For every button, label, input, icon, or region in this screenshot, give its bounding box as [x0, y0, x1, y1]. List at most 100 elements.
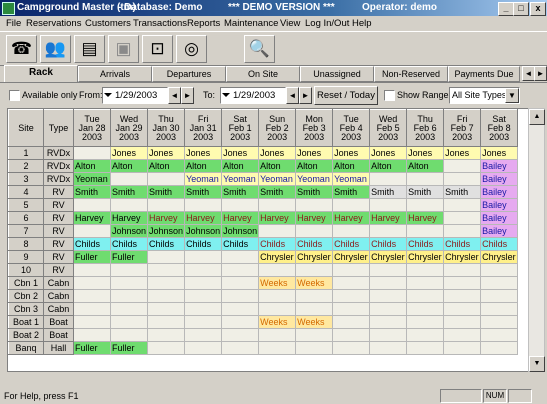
- reservation-cell[interactable]: Smith: [73, 185, 111, 199]
- reservation-cell[interactable]: [443, 276, 482, 290]
- reservation-cell[interactable]: Jones: [295, 146, 334, 160]
- site-cell[interactable]: 7: [8, 224, 44, 238]
- reservation-cell[interactable]: Harvey: [184, 211, 223, 225]
- reservation-cell[interactable]: [184, 302, 223, 316]
- reservation-cell[interactable]: Bailey: [480, 172, 519, 186]
- reservation-cell[interactable]: [258, 198, 297, 212]
- reservation-cell[interactable]: [258, 302, 297, 316]
- reservation-cell[interactable]: Chrysler: [258, 250, 297, 264]
- cards-icon[interactable]: ▤: [74, 35, 105, 63]
- reservation-cell[interactable]: [295, 289, 334, 303]
- reservation-cell[interactable]: Childs: [184, 237, 223, 251]
- reservation-cell[interactable]: Harvey: [147, 211, 186, 225]
- reservation-cell[interactable]: Jones: [443, 146, 482, 160]
- reservation-cell[interactable]: [369, 289, 408, 303]
- reservation-cell[interactable]: [332, 198, 371, 212]
- reservation-cell[interactable]: Alton: [369, 159, 408, 173]
- day-column-header[interactable]: Mon Feb 3 2003: [295, 109, 334, 147]
- reservation-cell[interactable]: [443, 315, 482, 329]
- reservation-cell[interactable]: Weeks: [258, 276, 297, 290]
- reservation-cell[interactable]: [221, 263, 260, 277]
- menu-help[interactable]: Help: [352, 18, 372, 29]
- reservation-cell[interactable]: Harvey: [295, 211, 334, 225]
- tab-departures[interactable]: Departures: [152, 66, 226, 82]
- reservation-cell[interactable]: [369, 172, 408, 186]
- reservation-cell[interactable]: Harvey: [406, 211, 445, 225]
- safe-icon[interactable]: ⊡: [142, 35, 173, 63]
- reservation-cell[interactable]: Chrysler: [295, 250, 334, 264]
- reservation-cell[interactable]: [480, 341, 519, 355]
- reservation-cell[interactable]: [295, 328, 334, 342]
- reservation-cell[interactable]: [73, 263, 111, 277]
- reservation-cell[interactable]: [258, 341, 297, 355]
- reservation-cell[interactable]: [332, 315, 371, 329]
- reservation-cell[interactable]: [73, 315, 111, 329]
- scroll-up-icon[interactable]: ▲: [529, 109, 545, 125]
- reservation-cell[interactable]: Alton: [332, 159, 371, 173]
- site-cell[interactable]: Cbn 1: [8, 276, 44, 290]
- menu-reports[interactable]: Reports: [187, 18, 220, 29]
- reservation-cell[interactable]: [332, 302, 371, 316]
- reservation-cell[interactable]: [73, 198, 111, 212]
- reservation-cell[interactable]: [369, 315, 408, 329]
- reservation-cell[interactable]: [147, 263, 186, 277]
- reservation-cell[interactable]: [147, 276, 186, 290]
- reservation-cell[interactable]: [480, 315, 519, 329]
- tab-rack[interactable]: Rack: [4, 65, 78, 82]
- reservation-cell[interactable]: [109, 276, 149, 290]
- day-column-header[interactable]: Sat Feb 8 2003: [480, 109, 519, 147]
- reservation-cell[interactable]: [443, 302, 482, 316]
- site-cell[interactable]: 6: [8, 211, 44, 225]
- menu-maintenance[interactable]: Maintenance: [224, 18, 278, 29]
- site-cell[interactable]: 3: [8, 172, 44, 186]
- reservation-cell[interactable]: Smith: [369, 185, 408, 199]
- from-next-button[interactable]: ►: [181, 87, 194, 104]
- tab-non-reserved[interactable]: Non-Reserved: [374, 66, 448, 82]
- app-icon[interactable]: [2, 2, 15, 15]
- site-types-select[interactable]: All Site Types ▼: [449, 87, 520, 104]
- reservation-cell[interactable]: [480, 328, 519, 342]
- day-column-header[interactable]: Thu Jan 30 2003: [147, 109, 186, 147]
- reservation-cell[interactable]: Yeoman: [184, 172, 223, 186]
- reservation-cell[interactable]: Yeoman: [332, 172, 371, 186]
- reservation-cell[interactable]: [369, 263, 408, 277]
- menu-view[interactable]: View: [280, 18, 300, 29]
- day-column-header[interactable]: Fri Feb 7 2003: [443, 109, 482, 147]
- site-cell[interactable]: Cbn 2: [8, 289, 44, 303]
- reservation-cell[interactable]: [443, 224, 482, 238]
- reservation-cell[interactable]: Childs: [369, 237, 408, 251]
- reservation-cell[interactable]: Jones: [258, 146, 297, 160]
- reservation-cell[interactable]: [109, 302, 149, 316]
- reservation-cell[interactable]: [147, 289, 186, 303]
- reservation-cell[interactable]: Childs: [221, 237, 260, 251]
- reservation-cell[interactable]: Yeoman: [258, 172, 297, 186]
- menu-transactions[interactable]: Transactions: [133, 18, 187, 29]
- reservation-cell[interactable]: Fuller: [109, 250, 149, 264]
- reservation-cell[interactable]: Johnson: [221, 224, 260, 238]
- phone-icon[interactable]: ☎: [6, 35, 37, 63]
- reservation-cell[interactable]: [73, 302, 111, 316]
- tab-payments-due[interactable]: Payments Due: [448, 66, 520, 82]
- tab-unassigned[interactable]: Unassigned: [300, 66, 374, 82]
- reservation-cell[interactable]: Smith: [258, 185, 297, 199]
- reservation-cell[interactable]: [332, 289, 371, 303]
- reservation-cell[interactable]: Smith: [443, 185, 482, 199]
- reservation-cell[interactable]: Johnson: [147, 224, 186, 238]
- reservation-cell[interactable]: [147, 341, 186, 355]
- reservation-cell[interactable]: [184, 276, 223, 290]
- reservation-cell[interactable]: [480, 289, 519, 303]
- day-column-header[interactable]: Wed Jan 29 2003: [109, 109, 149, 147]
- reservation-cell[interactable]: [406, 315, 445, 329]
- reservation-cell[interactable]: [406, 341, 445, 355]
- day-column-header[interactable]: Wed Feb 5 2003: [369, 109, 408, 147]
- reservation-cell[interactable]: Johnson: [109, 224, 149, 238]
- maximize-button[interactable]: □: [513, 2, 529, 16]
- reservation-cell[interactable]: [443, 263, 482, 277]
- site-cell[interactable]: 9: [8, 250, 44, 264]
- reservation-cell[interactable]: [369, 224, 408, 238]
- reservation-cell[interactable]: [406, 172, 445, 186]
- reservation-cell[interactable]: [221, 276, 260, 290]
- show-range-checkbox[interactable]: [384, 90, 395, 101]
- site-cell[interactable]: 10: [8, 263, 44, 277]
- backup-icon[interactable]: ◎: [176, 35, 207, 63]
